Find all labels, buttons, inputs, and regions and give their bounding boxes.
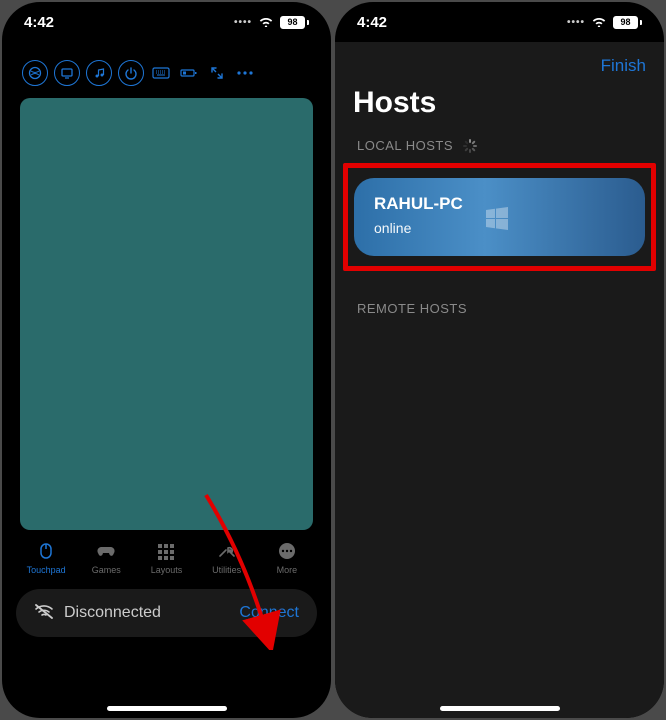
page-title: Hosts <box>335 80 664 138</box>
annotation-highlight: RAHUL-PC online <box>343 163 656 271</box>
status-bar: 4:42 •••• 98 <box>335 2 664 42</box>
cellular-icon: •••• <box>567 17 585 28</box>
finish-button[interactable]: Finish <box>601 56 646 76</box>
tab-more[interactable]: More <box>259 542 315 575</box>
tab-layouts[interactable]: Layouts <box>138 542 194 575</box>
status-right: •••• 98 <box>234 14 309 31</box>
local-hosts-label: LOCAL HOSTS <box>335 138 664 163</box>
connection-bar: Disconnected Connect <box>16 589 317 637</box>
battery-level: 98 <box>280 16 305 29</box>
battery-level: 98 <box>613 16 638 29</box>
windows-icon <box>484 206 510 237</box>
connection-status: Disconnected <box>64 604 161 622</box>
tools-icon <box>216 542 238 562</box>
expand-icon[interactable] <box>206 62 228 84</box>
tab-touchpad[interactable]: Touchpad <box>18 542 74 575</box>
power-icon[interactable] <box>118 60 144 86</box>
tab-games[interactable]: Games <box>78 542 134 575</box>
host-card[interactable]: RAHUL-PC online <box>354 178 645 256</box>
remote-hosts-label: REMOTE HOSTS <box>335 283 664 326</box>
section-text: LOCAL HOSTS <box>357 138 453 153</box>
tab-label: Games <box>92 565 121 575</box>
tab-utilities[interactable]: Utilities <box>199 542 255 575</box>
status-time: 4:42 <box>24 14 54 31</box>
tab-label: Utilities <box>212 565 241 575</box>
battery-icon: 98 <box>613 16 642 29</box>
tab-label: Touchpad <box>27 565 66 575</box>
section-text: REMOTE HOSTS <box>357 301 467 316</box>
music-icon[interactable] <box>86 60 112 86</box>
tab-bar: Touchpad Games Layouts Utilities More <box>2 530 331 581</box>
home-indicator[interactable] <box>107 706 227 711</box>
wifi-off-icon <box>34 603 54 624</box>
monitor-icon[interactable] <box>54 60 80 86</box>
wifi-icon <box>258 14 274 31</box>
gamepad-icon <box>95 542 117 562</box>
battery-icon: 98 <box>280 16 309 29</box>
tab-label: Layouts <box>151 565 183 575</box>
wifi-icon <box>591 14 607 31</box>
battery-tool-icon[interactable] <box>178 62 200 84</box>
spinner-icon <box>463 139 477 153</box>
left-screenshot: 4:42 •••• 98 Touchpad Games <box>2 2 331 718</box>
grid-icon <box>155 542 177 562</box>
mouse-icon <box>35 542 57 562</box>
touchpad-surface[interactable] <box>20 98 313 530</box>
status-time: 4:42 <box>357 14 387 31</box>
home-indicator[interactable] <box>440 706 560 711</box>
status-right: •••• 98 <box>567 14 642 31</box>
toolbar <box>2 42 331 98</box>
keyboard-icon[interactable] <box>150 62 172 84</box>
browser-icon[interactable] <box>22 60 48 86</box>
ellipsis-icon <box>276 542 298 562</box>
more-icon[interactable] <box>234 62 256 84</box>
cellular-icon: •••• <box>234 17 252 28</box>
status-bar: 4:42 •••• 98 <box>2 2 331 42</box>
right-screenshot: 4:42 •••• 98 Finish Hosts LOCAL HOSTS RA… <box>335 2 664 718</box>
tab-label: More <box>277 565 298 575</box>
connect-button[interactable]: Connect <box>239 604 299 622</box>
